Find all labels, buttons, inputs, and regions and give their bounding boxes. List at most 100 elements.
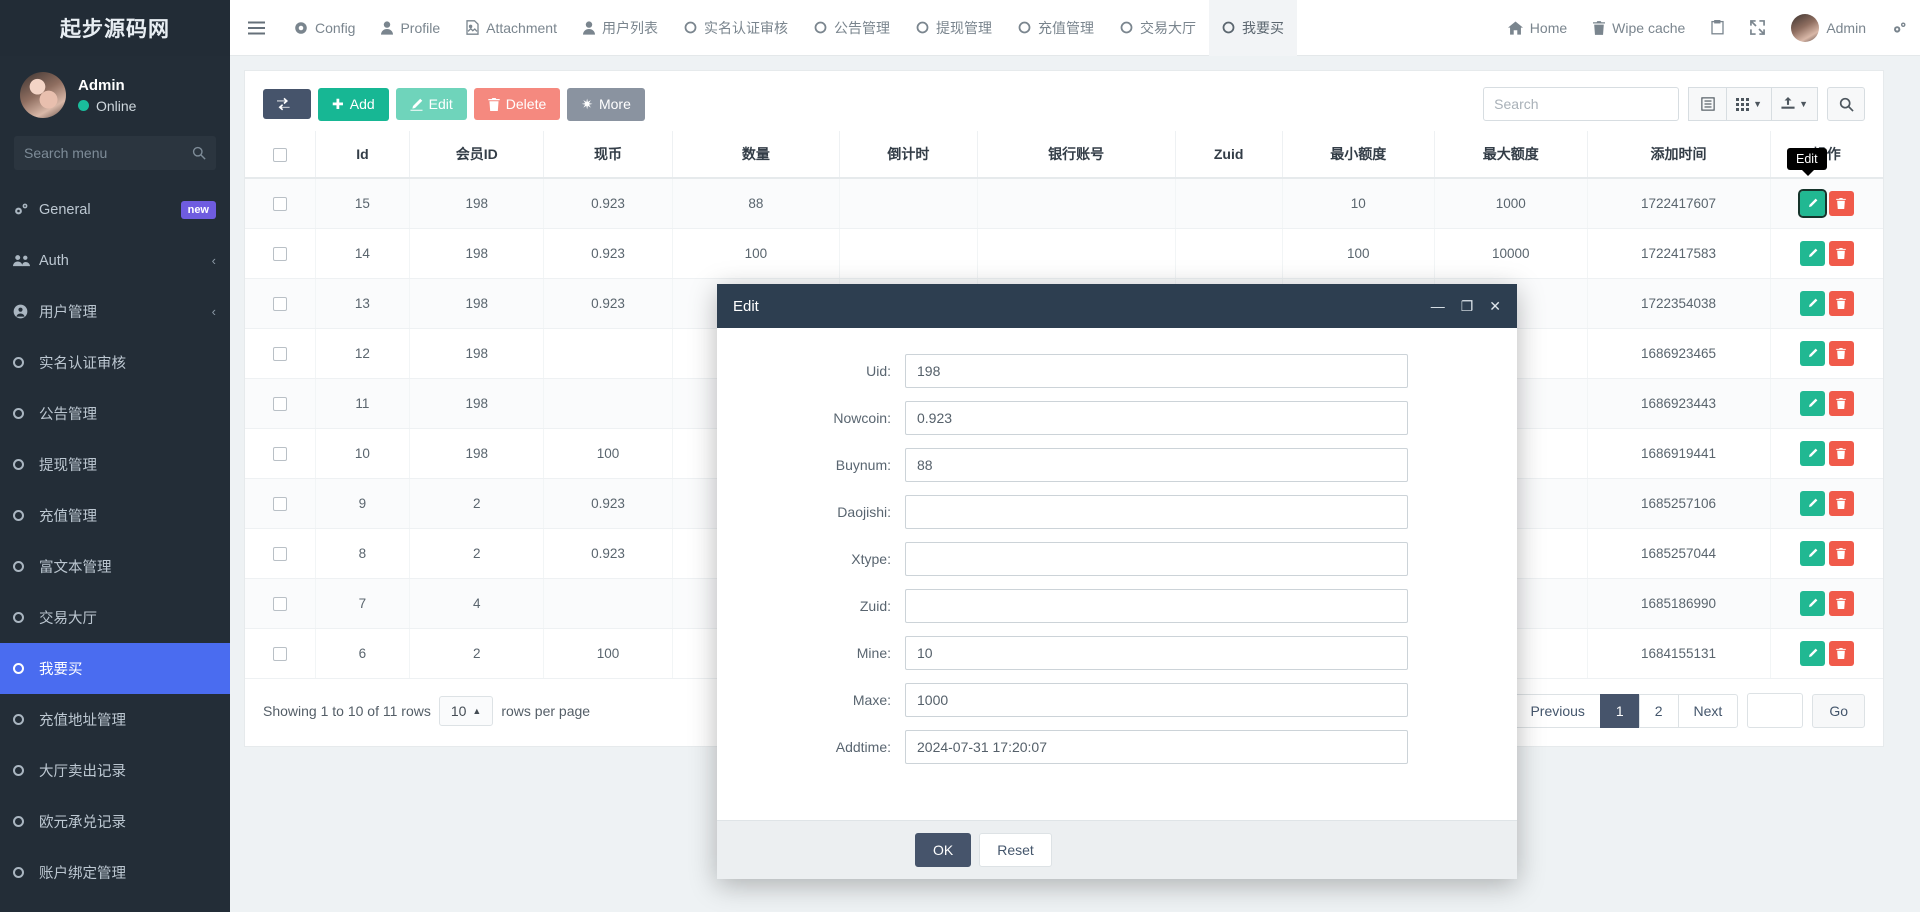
topbar-right-item-0[interactable]: Home [1495,0,1580,56]
row-delete-button[interactable] [1828,241,1854,266]
row-delete-button[interactable] [1828,541,1854,566]
select-all-checkbox[interactable] [272,148,287,163]
sidebar-item-14[interactable]: 货币参数设置 [0,898,230,912]
row-checkbox[interactable] [272,447,287,462]
modal-field-input-daojishi[interactable] [905,495,1408,529]
sidebar-item-2[interactable]: 用户管理 ‹ [0,286,230,337]
modal-field-input-mine[interactable] [905,636,1408,670]
table-row[interactable]: 15 198 0.923 88 10 1000 1722417607 [245,178,1883,229]
sidebar-item-9[interactable]: 我要买 [0,643,230,694]
refresh-button[interactable] [263,89,311,119]
row-checkbox-cell[interactable] [245,278,316,329]
row-edit-button[interactable] [1799,341,1825,366]
sidebar-item-6[interactable]: 充值管理 [0,490,230,541]
modal-field-input-addtime[interactable] [905,730,1408,764]
row-delete-button[interactable] [1828,191,1854,216]
sidebar-search[interactable] [14,136,216,170]
row-edit-button[interactable] [1799,541,1825,566]
row-edit-button[interactable] [1799,391,1825,416]
close-icon[interactable]: ✕ [1489,298,1501,315]
topbar-item-9[interactable]: 我要买 [1208,0,1297,56]
sidebar-item-0[interactable]: General new [0,184,230,235]
row-delete-button[interactable] [1828,491,1854,516]
topbar-item-4[interactable]: 实名认证审核 [671,0,801,56]
row-delete-button[interactable] [1828,441,1854,466]
pagination-page-2[interactable]: 2 [1638,693,1678,728]
row-edit-button[interactable] [1799,641,1825,666]
row-delete-button[interactable] [1828,641,1854,666]
topbar-right-item-3[interactable] [1737,0,1778,56]
pagination-page-1[interactable]: 1 [1599,693,1639,728]
row-delete-button[interactable] [1828,341,1854,366]
modal-field-input-zuid[interactable] [905,589,1408,623]
topbar-item-8[interactable]: 交易大厅 [1107,0,1209,56]
row-checkbox[interactable] [272,297,287,312]
pagination-go-button[interactable]: Go [1812,693,1865,728]
row-checkbox[interactable] [272,397,287,412]
topbar-right-item-2[interactable] [1698,0,1737,56]
sidebar-item-5[interactable]: 提现管理 [0,439,230,490]
sidebar-item-1[interactable]: Auth ‹ [0,235,230,286]
maximize-icon[interactable]: ❐ [1461,298,1474,315]
sidebar-item-11[interactable]: 大厅卖出记录 [0,745,230,796]
table-row[interactable]: 14 198 0.923 100 100 10000 1722417583 [245,228,1883,279]
row-checkbox-cell[interactable] [245,378,316,429]
row-checkbox-cell[interactable] [245,578,316,629]
row-edit-button[interactable] [1797,189,1827,218]
topbar-item-7[interactable]: 充值管理 [1005,0,1107,56]
table-header-checkbox[interactable] [245,131,316,179]
row-delete-button[interactable] [1828,391,1854,416]
row-checkbox[interactable] [272,197,287,212]
row-checkbox[interactable] [272,347,287,362]
row-checkbox[interactable] [272,597,287,612]
topbar-right-item-5[interactable] [1879,0,1920,56]
minimize-icon[interactable]: — [1431,298,1445,314]
search-submit-button[interactable] [1827,87,1865,121]
row-checkbox[interactable] [272,247,287,262]
row-edit-button[interactable] [1799,291,1825,316]
row-delete-button[interactable] [1828,291,1854,316]
topbar-item-1[interactable]: Profile [368,0,453,56]
edit-button[interactable]: Edit [395,88,467,120]
sidebar-item-4[interactable]: 公告管理 [0,388,230,439]
row-checkbox[interactable] [272,647,287,662]
topbar-item-3[interactable]: 用户列表 [570,0,671,56]
export-button[interactable]: ▼ [1771,87,1818,121]
sidebar-toggle-button[interactable] [230,0,281,56]
topbar-right-item-1[interactable]: Wipe cache [1580,0,1698,56]
row-checkbox-cell[interactable] [245,628,316,679]
row-checkbox-cell[interactable] [245,178,316,229]
modal-field-input-maxe[interactable] [905,683,1408,717]
delete-button[interactable]: Delete [473,88,561,120]
row-checkbox[interactable] [272,497,287,512]
row-edit-button[interactable] [1799,441,1825,466]
card-view-button[interactable] [1688,87,1727,121]
modal-field-input-nowcoin[interactable] [905,401,1408,435]
modal-field-input-buynum[interactable] [905,448,1408,482]
topbar-item-5[interactable]: 公告管理 [801,0,903,56]
search-input[interactable] [1483,87,1680,121]
pagination-previous[interactable]: Previous [1514,693,1600,728]
rows-per-page-select[interactable]: 10 ▲ [438,695,494,726]
search-menu-input[interactable] [24,145,174,161]
topbar-item-0[interactable]: Config [281,0,368,56]
row-delete-button[interactable] [1828,591,1854,616]
topbar-item-2[interactable]: Attachment [453,0,570,56]
more-button[interactable]: ✷ More [567,87,645,121]
row-checkbox-cell[interactable] [245,528,316,579]
row-checkbox[interactable] [272,547,287,562]
sidebar-item-13[interactable]: 账户绑定管理 [0,847,230,898]
sidebar-item-12[interactable]: 欧元承兑记录 [0,796,230,847]
row-checkbox-cell[interactable] [245,228,316,279]
modal-ok-button[interactable]: OK [915,833,972,867]
sidebar-item-7[interactable]: 富文本管理 [0,541,230,592]
sidebar-item-8[interactable]: 交易大厅 [0,592,230,643]
topbar-right-item-4[interactable]: Admin [1778,0,1879,56]
row-checkbox-cell[interactable] [245,478,316,529]
row-checkbox-cell[interactable] [245,428,316,479]
pagination-goto-input[interactable] [1747,693,1804,728]
sidebar-item-3[interactable]: 实名认证审核 [0,337,230,388]
topbar-item-6[interactable]: 提现管理 [903,0,1005,56]
row-edit-button[interactable] [1799,491,1825,516]
pagination-next[interactable]: Next [1677,693,1739,728]
